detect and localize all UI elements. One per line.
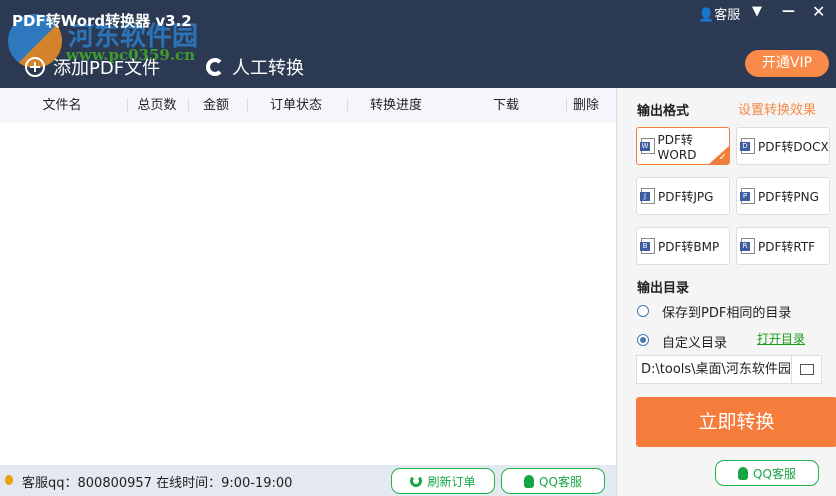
output-path-input[interactable]: D:\tools\桌面\河东软件园: [636, 355, 792, 384]
vip-button[interactable]: 开通VIP: [745, 50, 829, 77]
status-dot: [5, 475, 13, 485]
refresh-orders-label: 刷新订单: [427, 474, 476, 489]
col-amount: 金额: [202, 98, 230, 113]
col-delete: 删除: [572, 98, 600, 113]
format-label: PDF转BMP: [658, 239, 720, 254]
service-button[interactable]: 👤客服: [698, 4, 740, 23]
title-bar: 河东软件园 www.pc0359.cn PDF转Word转换器 v3.2 👤客服…: [0, 0, 836, 88]
radio-custom-dir[interactable]: [637, 334, 649, 346]
table-header: 文件名 总页数 金额 订单状态 转换进度 下载 删除: [0, 88, 616, 123]
output-format-label: 输出格式: [637, 104, 690, 119]
jpg-file-icon: J: [640, 188, 655, 204]
convert-now-button[interactable]: 立即转换: [636, 397, 836, 447]
add-pdf-button[interactable]: 添加PDF文件: [25, 54, 160, 80]
refresh-icon: [206, 58, 224, 76]
format-jpg[interactable]: J PDF转JPG: [636, 177, 730, 215]
refresh-icon: [410, 475, 423, 487]
rtf-file-icon: R: [740, 238, 755, 254]
status-bar: 客服qq：800800957 在线时间：9:00-19:00 刷新订单 QQ客服: [0, 465, 616, 496]
browse-folder-button[interactable]: [791, 355, 822, 384]
open-dir-link[interactable]: 打开目录: [757, 330, 805, 347]
format-word[interactable]: W PDF转WORD ✓: [636, 127, 730, 165]
folder-icon: [799, 364, 814, 375]
custom-dir-label: 自定义目录: [662, 336, 728, 351]
panel-qq-service-button[interactable]: QQ客服: [715, 460, 819, 486]
format-rtf[interactable]: R PDF转RTF: [736, 227, 830, 265]
file-list[interactable]: [0, 123, 616, 465]
service-info: 客服qq：800800957 在线时间：9:00-19:00: [22, 476, 293, 491]
col-filename: 文件名: [42, 98, 82, 113]
menu-icon[interactable]: ▼: [752, 4, 762, 19]
manual-convert-button[interactable]: 人工转换: [206, 54, 304, 80]
format-bmp[interactable]: B PDF转BMP: [636, 227, 730, 265]
format-label: PDF转PNG: [758, 189, 819, 204]
format-png[interactable]: P PDF转PNG: [736, 177, 830, 215]
app-title: PDF转Word转换器 v3.2: [12, 12, 192, 30]
format-docx[interactable]: D PDF转DOCX: [736, 127, 830, 165]
format-label: PDF转DOCX: [758, 139, 829, 154]
format-label: PDF转JPG: [658, 189, 714, 204]
close-icon[interactable]: ✕: [812, 2, 825, 21]
conversion-settings-link[interactable]: 设置转换效果: [738, 99, 816, 118]
add-pdf-label: 添加PDF文件: [53, 58, 161, 79]
col-progress: 转换进度: [369, 98, 423, 113]
col-pages: 总页数: [137, 98, 177, 113]
settings-panel: 输出格式 设置转换效果 W PDF转WORD ✓ D PDF转DOCX J PDF转JP…: [616, 88, 836, 496]
qq-service-label: QQ客服: [753, 466, 796, 481]
output-dir-label: 输出目录: [637, 281, 690, 296]
bmp-file-icon: B: [640, 238, 655, 254]
check-icon: ✓: [718, 152, 727, 163]
format-label: PDF转RTF: [758, 239, 816, 254]
minimize-icon[interactable]: —: [782, 4, 795, 19]
docx-file-icon: D: [740, 138, 755, 154]
qq-service-label: QQ客服: [539, 474, 582, 489]
plus-icon: [25, 57, 45, 77]
service-label: 客服: [714, 8, 741, 23]
col-order-status: 订单状态: [269, 98, 323, 113]
qq-icon: [524, 474, 535, 488]
same-dir-label: 保存到PDF相同的目录: [662, 306, 792, 321]
refresh-orders-button[interactable]: 刷新订单: [391, 468, 495, 494]
col-download: 下载: [492, 98, 520, 113]
radio-same-dir[interactable]: [637, 305, 649, 317]
manual-convert-label: 人工转换: [232, 58, 304, 79]
word-file-icon: W: [640, 138, 655, 154]
qq-icon: [738, 466, 749, 480]
qq-service-button[interactable]: QQ客服: [501, 468, 605, 494]
png-file-icon: P: [740, 188, 755, 204]
